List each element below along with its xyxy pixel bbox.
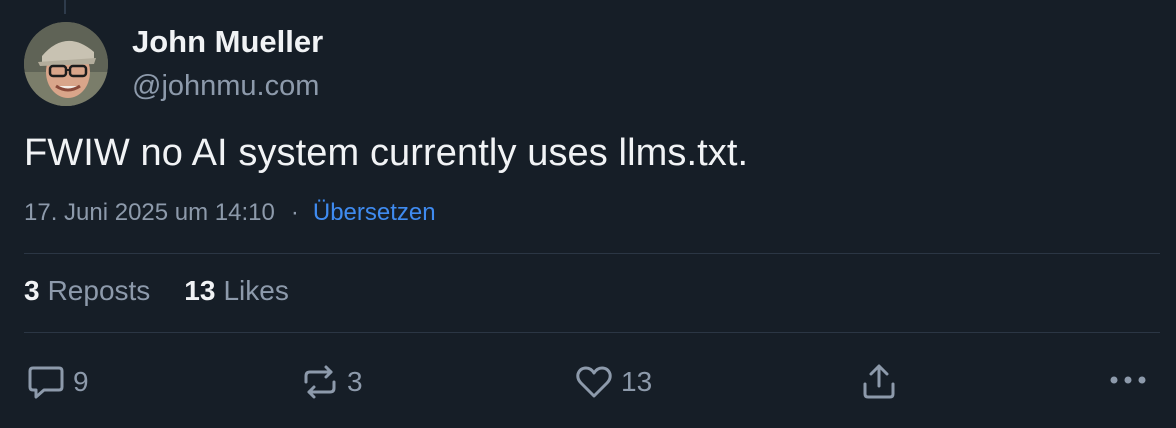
- reposts-count: 3: [24, 275, 40, 306]
- post-timestamp[interactable]: 17. Juni 2025 um 14:10: [24, 199, 275, 227]
- post-stats: 3 Reposts 13 Likes: [24, 275, 289, 307]
- share-button[interactable]: [861, 362, 897, 400]
- likes-stat[interactable]: 13 Likes: [184, 275, 289, 307]
- post-meta: 17. Juni 2025 um 14:10 · Übersetzen: [24, 199, 436, 227]
- likes-count: 13: [184, 275, 216, 306]
- avatar-photo: [24, 22, 108, 106]
- more-button[interactable]: [1108, 374, 1148, 386]
- post-text: FWIW no AI system currently uses llms.tx…: [24, 132, 749, 174]
- repost-icon: [304, 365, 336, 399]
- reposts-label: Reposts: [47, 275, 151, 306]
- like-count: 13: [621, 366, 653, 397]
- translate-link[interactable]: Übersetzen: [313, 199, 436, 227]
- meta-separator: ·: [290, 199, 299, 226]
- like-button[interactable]: 13: [575, 364, 652, 400]
- author-handle[interactable]: @johnmu.com: [132, 70, 319, 103]
- reply-button[interactable]: 9: [27, 364, 89, 400]
- share-icon: [863, 364, 895, 399]
- heart-icon: [576, 366, 612, 398]
- action-bar: 9 3 13: [0, 360, 1176, 408]
- reply-count: 9: [73, 366, 89, 397]
- reply-icon: [28, 366, 64, 399]
- divider-top: [24, 253, 1160, 254]
- reposts-stat[interactable]: 3 Reposts: [24, 275, 150, 307]
- thread-line: [64, 0, 66, 14]
- more-icon: [1110, 376, 1146, 384]
- divider-bottom: [24, 332, 1160, 333]
- likes-label: Likes: [223, 275, 289, 306]
- repost-button[interactable]: 3: [301, 364, 363, 400]
- avatar[interactable]: [24, 22, 108, 106]
- repost-count: 3: [347, 366, 363, 397]
- author-name[interactable]: John Mueller: [132, 24, 323, 60]
